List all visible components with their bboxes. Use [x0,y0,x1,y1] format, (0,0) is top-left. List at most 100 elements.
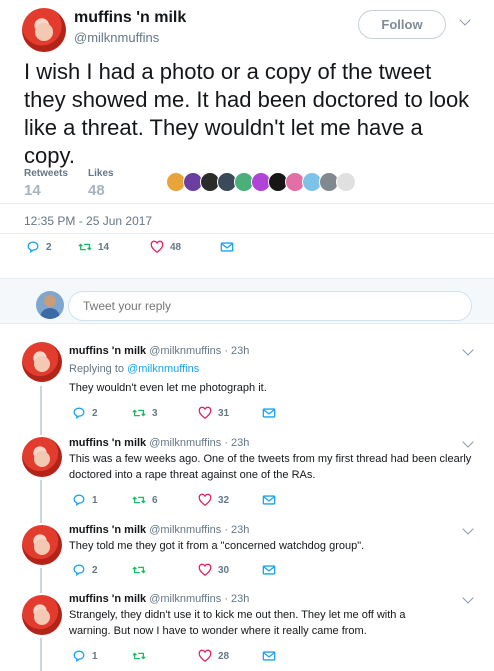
like-button[interactable]: 32 [198,493,229,507]
chevron-down-icon[interactable] [462,436,474,448]
reply-button[interactable]: 2 [26,240,52,254]
reply-tweet[interactable]: muffins 'n milk @milknmuffins · 23h Reply… [0,324,494,427]
envelope-icon [220,242,234,252]
retweet-icon [132,566,146,574]
timestamp[interactable]: 12:35 PM - 25 Jun 2017 [24,214,152,228]
handle-time[interactable]: @milknmuffins · 23h [149,593,249,605]
envelope-icon [262,565,276,575]
chevron-down-icon[interactable] [462,592,474,604]
avatar[interactable] [22,8,66,52]
replying-to-link[interactable]: @milknmuffins [127,363,199,375]
retweet-button[interactable]: 6 [132,493,158,507]
thread-line [40,386,42,427]
dm-button[interactable] [262,649,276,663]
dm-button[interactable] [220,240,234,254]
thread-line [40,585,42,593]
reply-input[interactable] [68,291,472,321]
reply-button[interactable]: 1 [72,493,98,507]
handle-time[interactable]: @milknmuffins · 23h [149,437,249,449]
thread-line [40,638,42,671]
thread-line [40,480,42,521]
like-count: 32 [218,494,230,506]
likes-stat[interactable]: Likes 48 [88,168,114,199]
reply-actions: 1 6 32 [72,493,282,509]
avatar[interactable] [22,525,62,565]
reply-tweet[interactable]: muffins 'n milk @milknmuffins · 23h Stran… [0,585,494,671]
follow-button[interactable]: Follow [358,10,446,39]
heart-icon [198,649,212,663]
reply-icon [27,241,39,254]
chevron-down-icon[interactable] [459,14,471,26]
reply-text: Strangely, they didn't use it to kick me… [69,609,406,637]
like-button[interactable]: 28 [198,649,229,663]
heart-icon [198,406,212,420]
reply-count: 2 [92,564,98,576]
like-button[interactable]: 48 [150,240,181,254]
thread-line [40,521,42,523]
envelope-icon [262,651,276,661]
dm-button[interactable] [262,406,276,420]
heart-icon [198,563,212,577]
retweets-label: Retweets [24,168,68,179]
retweet-button[interactable] [132,563,152,577]
display-name[interactable]: muffins 'n milk [69,345,146,357]
reply-icon [73,650,85,663]
chevron-down-icon[interactable] [462,523,474,535]
like-count: 30 [218,564,230,576]
display-name[interactable]: muffins 'n milk [74,9,186,27]
retweet-icon [132,409,146,417]
tweet-text: I wish I had a photo or a copy of the tw… [24,59,470,168]
reply-tweet[interactable]: muffins 'n milk @milknmuffins · 23h This … [0,427,494,521]
reply-header: muffins 'n milk @milknmuffins · 23h [69,345,249,357]
handle-time[interactable]: @milknmuffins · 23h [149,345,249,357]
thread-line [40,427,42,435]
reply-tweet[interactable]: muffins 'n milk @milknmuffins · 23h They … [0,521,494,585]
display-name[interactable]: muffins 'n milk [69,437,146,449]
reply-count: 1 [92,650,98,662]
retweet-icon [132,652,146,660]
retweets-stat[interactable]: Retweets 14 [24,168,68,199]
display-name[interactable]: muffins 'n milk [69,524,146,536]
chevron-down-icon[interactable] [462,344,474,356]
reply-button[interactable]: 1 [72,649,98,663]
reply-icon [73,494,85,507]
reply-actions: 2 3 31 [72,406,282,422]
replying-prefix: Replying to [69,363,125,375]
divider [0,233,494,234]
retweet-count: 14 [98,241,110,253]
retweet-count: 3 [152,407,158,419]
retweet-button[interactable] [132,649,152,663]
reply-text: They wouldn't even let me photograph it. [69,382,267,394]
like-button[interactable]: 31 [198,406,229,420]
reply-icon [73,407,85,420]
retweet-button[interactable]: 14 [78,240,109,254]
retweet-button[interactable]: 3 [132,406,158,420]
avatar[interactable] [22,342,62,382]
heart-icon [198,493,212,507]
reply-header: muffins 'n milk @milknmuffins · 23h [69,524,249,536]
reply-icon [73,564,85,577]
envelope-icon [262,495,276,505]
divider [0,203,494,204]
display-name[interactable]: muffins 'n milk [69,593,146,605]
replying-to: Replying to @milknmuffins [69,363,199,375]
handle[interactable]: @milknmuffins [74,30,159,45]
reply-count: 2 [46,241,52,253]
reply-button[interactable]: 2 [72,406,98,420]
reply-actions: 1 28 [72,649,282,665]
liker-avatar[interactable] [336,172,356,192]
tweet-header: muffins 'n milk @milknmuffins Follow [0,0,494,52]
envelope-icon [262,408,276,418]
avatar[interactable] [22,437,62,477]
dm-button[interactable] [262,563,276,577]
retweet-icon [132,496,146,504]
handle-time[interactable]: @milknmuffins · 23h [149,524,249,536]
likes-label: Likes [88,168,114,179]
like-count: 28 [218,650,230,662]
like-button[interactable]: 30 [198,563,229,577]
avatar[interactable] [22,595,62,635]
reply-header: muffins 'n milk @milknmuffins · 23h [69,593,249,605]
retweets-count: 14 [24,182,41,199]
dm-button[interactable] [262,493,276,507]
reply-button[interactable]: 2 [72,563,98,577]
